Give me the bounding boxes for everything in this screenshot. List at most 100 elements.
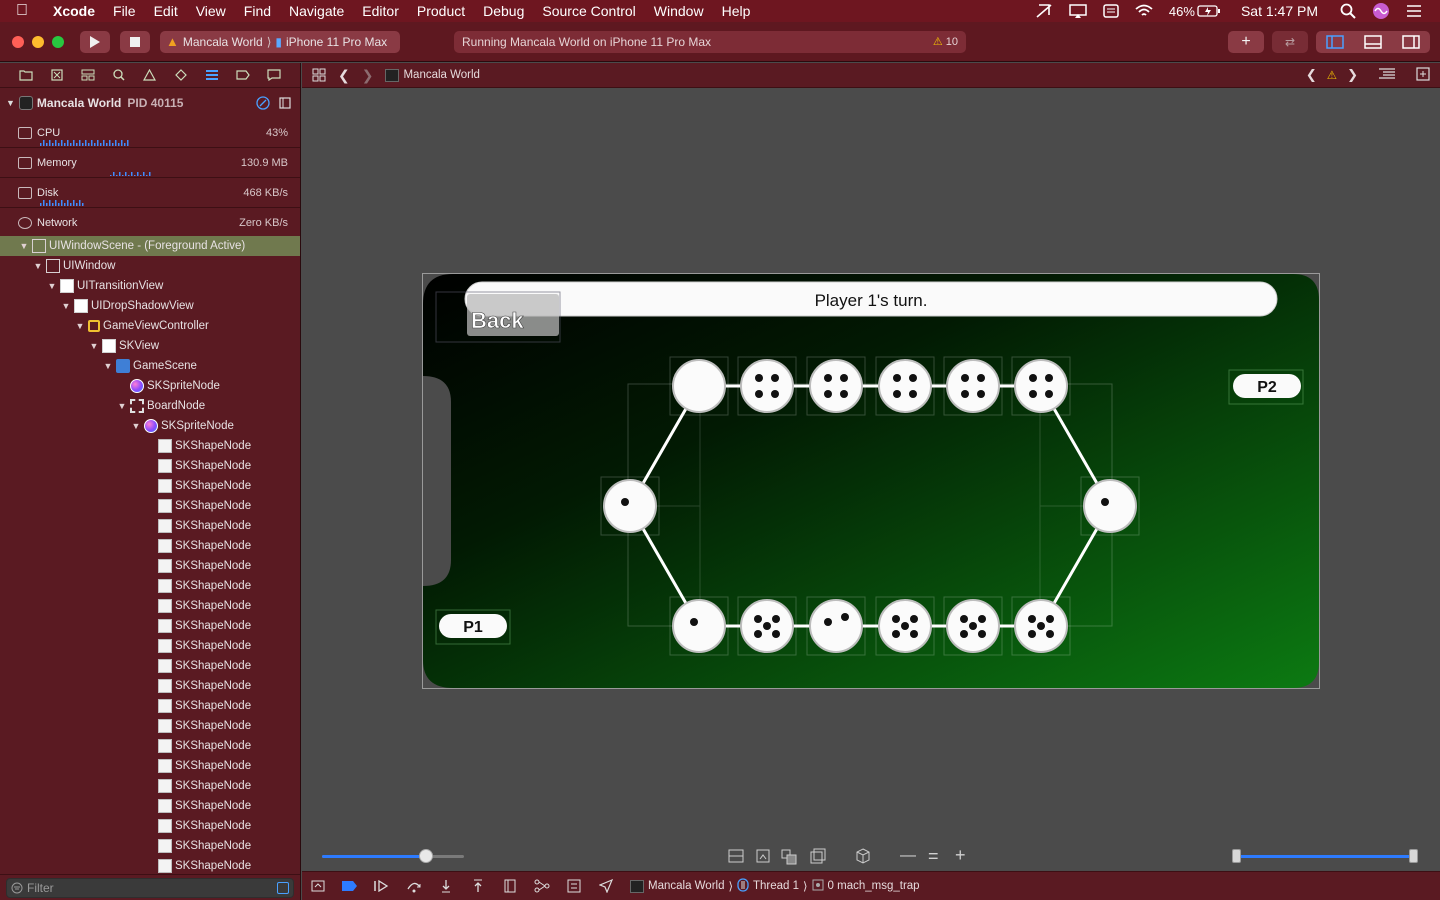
debug-breadcrumb[interactable]: Mancala World ⟩ Thread 1 ⟩ 0 mach_msg_tr… xyxy=(630,877,920,895)
forward-nav-icon[interactable]: ❯ xyxy=(356,67,380,84)
tree-item[interactable]: SKShapeNode xyxy=(0,456,300,476)
process-header[interactable]: ▼ Mancala World PID 40115 xyxy=(0,88,300,118)
tree-item[interactable]: SKShapeNode xyxy=(0,436,300,456)
adjust-view-mode-icon[interactable] xyxy=(781,849,797,865)
disclosure-triangle-icon[interactable]: ▼ xyxy=(46,281,58,291)
tree-item[interactable]: SKShapeNode xyxy=(0,796,300,816)
breakpoints-toggle-icon[interactable] xyxy=(334,880,366,892)
tree-item[interactable]: SKShapeNode xyxy=(0,496,300,516)
previous-issue-icon[interactable]: ❮ xyxy=(1306,67,1317,83)
disclosure-triangle-icon[interactable]: ▼ xyxy=(88,341,100,351)
top-pit-5[interactable] xyxy=(946,359,1000,413)
change-canvas-background-icon[interactable] xyxy=(810,848,826,864)
tree-item[interactable]: SKShapeNode xyxy=(0,716,300,736)
top-pit-2[interactable] xyxy=(740,359,794,413)
memory-graph-icon[interactable] xyxy=(526,879,558,893)
report-navigator-tab[interactable] xyxy=(264,69,284,81)
menu-editor[interactable]: Editor xyxy=(353,0,408,22)
tree-item[interactable]: SKShapeNode xyxy=(0,856,300,876)
disclosure-triangle-icon[interactable]: ▼ xyxy=(6,98,15,108)
zoom-in-icon[interactable]: + xyxy=(955,845,966,866)
menu-app[interactable]: Xcode xyxy=(44,0,104,22)
gauge-disk[interactable]: Disk 468 KB/s xyxy=(0,178,300,207)
minimize-window-button[interactable] xyxy=(32,35,44,48)
gauge-cpu[interactable]: CPU 43% xyxy=(0,118,300,147)
tree-item[interactable]: ▼ UITransitionView xyxy=(0,276,300,296)
breadcrumb[interactable]: Mancala World xyxy=(379,68,486,82)
right-store[interactable] xyxy=(1083,479,1137,533)
stop-button[interactable] xyxy=(120,30,150,53)
range-slider-start-knob[interactable] xyxy=(1232,849,1241,863)
tree-item[interactable]: SKShapeNode xyxy=(0,636,300,656)
tree-item[interactable]: SKShapeNode xyxy=(0,696,300,716)
tree-item[interactable]: SKShapeNode xyxy=(0,736,300,756)
back-nav-icon[interactable]: ❮ xyxy=(332,67,356,84)
tree-item[interactable]: ▼ BoardNode xyxy=(0,396,300,416)
step-out-icon[interactable] xyxy=(462,879,494,893)
tree-item[interactable]: SKShapeNode xyxy=(0,516,300,536)
menu-help[interactable]: Help xyxy=(713,0,760,22)
zoom-out-icon[interactable]: — xyxy=(900,847,916,865)
battery-icon[interactable] xyxy=(1197,5,1229,17)
toggle-inspector-button[interactable] xyxy=(1392,31,1430,53)
project-navigator-tab[interactable] xyxy=(16,69,36,81)
step-over-icon[interactable] xyxy=(398,879,430,893)
toggle-debug-area-button[interactable] xyxy=(1354,31,1392,53)
debug-view-hierarchy-icon[interactable] xyxy=(494,879,526,893)
spotlight-search-icon[interactable] xyxy=(1332,3,1364,19)
show-clipped-content-icon[interactable] xyxy=(728,849,744,863)
related-items-icon[interactable] xyxy=(306,68,332,82)
step-into-icon[interactable] xyxy=(430,879,462,893)
gauge-memory[interactable]: Memory 130.9 MB xyxy=(0,148,300,177)
tree-item[interactable]: SKShapeNode xyxy=(0,536,300,556)
toggle-navigator-button[interactable] xyxy=(1316,31,1354,53)
disclosure-triangle-icon[interactable]: ▼ xyxy=(102,361,114,371)
tree-item[interactable]: SKShapeNode xyxy=(0,776,300,796)
zoom-actual-icon[interactable]: = xyxy=(928,846,939,867)
symbol-navigator-tab[interactable] xyxy=(78,69,98,81)
top-pit-4[interactable] xyxy=(878,359,932,413)
disclosure-triangle-icon[interactable]: ▼ xyxy=(116,401,128,411)
disclosure-triangle-icon[interactable]: ▼ xyxy=(32,261,44,271)
disclosure-triangle-icon[interactable]: ▼ xyxy=(130,421,142,431)
bottom-pit-3[interactable] xyxy=(809,599,863,653)
tree-item[interactable]: SKShapeNode xyxy=(0,616,300,636)
tree-item[interactable]: SKSpriteNode xyxy=(0,376,300,396)
environment-overrides-icon[interactable] xyxy=(558,879,590,893)
tree-item[interactable]: ▼ UIWindow xyxy=(0,256,300,276)
tree-item[interactable]: ▼ GameViewController xyxy=(0,316,300,336)
screen-share-icon[interactable] xyxy=(1027,3,1061,19)
show-constraints-icon[interactable] xyxy=(756,849,770,863)
menu-debug[interactable]: Debug xyxy=(474,0,533,22)
code-review-button[interactable]: ⇄ xyxy=(1272,30,1308,53)
airplay-icon[interactable] xyxy=(1061,3,1095,19)
clock[interactable]: Sat 1:47 PM xyxy=(1229,3,1332,19)
warning-indicator[interactable]: ⚠ 10 xyxy=(933,35,958,49)
tree-item[interactable]: ▼ UIDropShadowView xyxy=(0,296,300,316)
disclosure-triangle-icon[interactable]: ▼ xyxy=(74,321,86,331)
disclosure-triangle-icon[interactable]: ▼ xyxy=(18,241,30,251)
siri-icon[interactable] xyxy=(1364,2,1398,20)
filter-options-icon[interactable] xyxy=(277,881,289,894)
test-navigator-tab[interactable] xyxy=(171,69,191,81)
left-store[interactable] xyxy=(603,479,657,533)
gauge-network[interactable]: Network Zero KB/s xyxy=(0,208,300,237)
tree-item[interactable]: SKShapeNode xyxy=(0,676,300,696)
tree-item[interactable]: SKShapeNode xyxy=(0,556,300,576)
breakpoint-navigator-tab[interactable] xyxy=(233,70,253,80)
menu-navigate[interactable]: Navigate xyxy=(280,0,353,22)
source-control-tab[interactable] xyxy=(47,69,67,81)
continue-icon[interactable] xyxy=(366,880,398,892)
menu-view[interactable]: View xyxy=(187,0,235,22)
menu-source-control[interactable]: Source Control xyxy=(533,0,644,22)
top-pit-1[interactable] xyxy=(672,359,726,413)
menu-find[interactable]: Find xyxy=(235,0,280,22)
tree-item[interactable]: SKShapeNode xyxy=(0,836,300,856)
device-frame[interactable]: Player 1's turn. Back P1 P2 xyxy=(422,273,1320,689)
next-issue-icon[interactable]: ❯ xyxy=(1347,67,1358,83)
menu-window[interactable]: Window xyxy=(645,0,713,22)
add-editor-icon[interactable] xyxy=(1416,66,1430,84)
tree-item[interactable]: SKShapeNode xyxy=(0,816,300,836)
wifi-icon[interactable] xyxy=(1127,4,1161,18)
layers-icon[interactable] xyxy=(278,96,292,110)
